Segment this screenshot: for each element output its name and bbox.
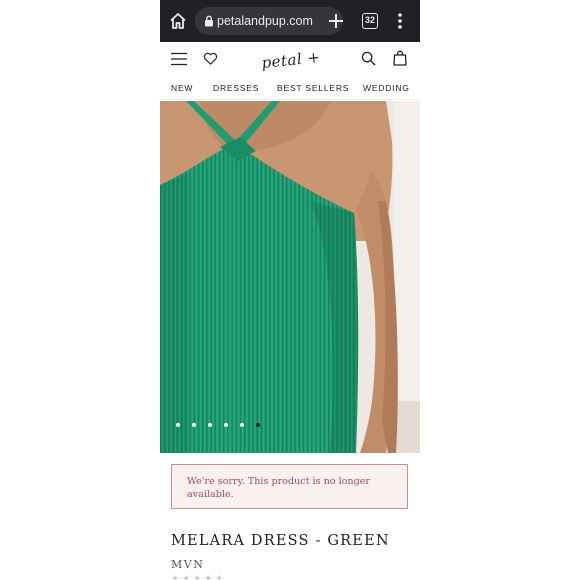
carousel-dot[interactable] <box>208 423 212 427</box>
carousel-dot[interactable] <box>192 423 196 427</box>
heart-icon[interactable] <box>203 51 218 66</box>
carousel-dot[interactable] <box>224 423 228 427</box>
hamburger-menu-icon[interactable] <box>171 52 187 66</box>
plus-icon[interactable] <box>326 11 346 31</box>
notice-text: We're sorry. This product is no longer a… <box>187 476 371 500</box>
search-icon[interactable] <box>361 51 376 66</box>
nav-item-dresses[interactable]: DRESSES <box>213 83 259 93</box>
category-nav: NEW DRESSES BEST SELLERS WEDDING <box>160 78 420 100</box>
browser-toolbar: petalandpup.com 32 <box>160 0 420 42</box>
site-logo[interactable]: petal + pup <box>245 41 337 98</box>
carousel-dot[interactable] <box>240 423 244 427</box>
nav-item-new[interactable]: NEW <box>171 83 193 93</box>
rating-stars-icon: ★★★★★ <box>171 573 227 580</box>
shopping-bag-icon[interactable] <box>393 50 407 66</box>
product-title: MELARA DRESS - GREEN <box>171 533 390 549</box>
carousel-dot[interactable] <box>176 423 180 427</box>
kebab-menu-icon[interactable] <box>392 11 408 31</box>
product-photo <box>160 101 420 453</box>
nav-item-wedding[interactable]: WEDDING <box>363 83 410 93</box>
address-bar[interactable]: petalandpup.com <box>195 7 343 35</box>
product-brand[interactable]: MVN <box>171 558 204 571</box>
unavailable-notice: We're sorry. This product is no longer a… <box>171 464 408 509</box>
lock-icon <box>205 15 213 27</box>
url-text: petalandpup.com <box>217 14 313 28</box>
site-header: petal + pup <box>160 41 420 98</box>
nav-item-best-sellers[interactable]: BEST SELLERS <box>277 83 349 93</box>
tab-switcher-button[interactable]: 32 <box>362 13 378 29</box>
carousel-dot-active[interactable] <box>256 423 260 427</box>
phone-screen: petalandpup.com 32 petal + pup NE <box>160 0 420 580</box>
home-icon[interactable] <box>168 11 188 31</box>
product-image-carousel[interactable] <box>160 101 420 453</box>
